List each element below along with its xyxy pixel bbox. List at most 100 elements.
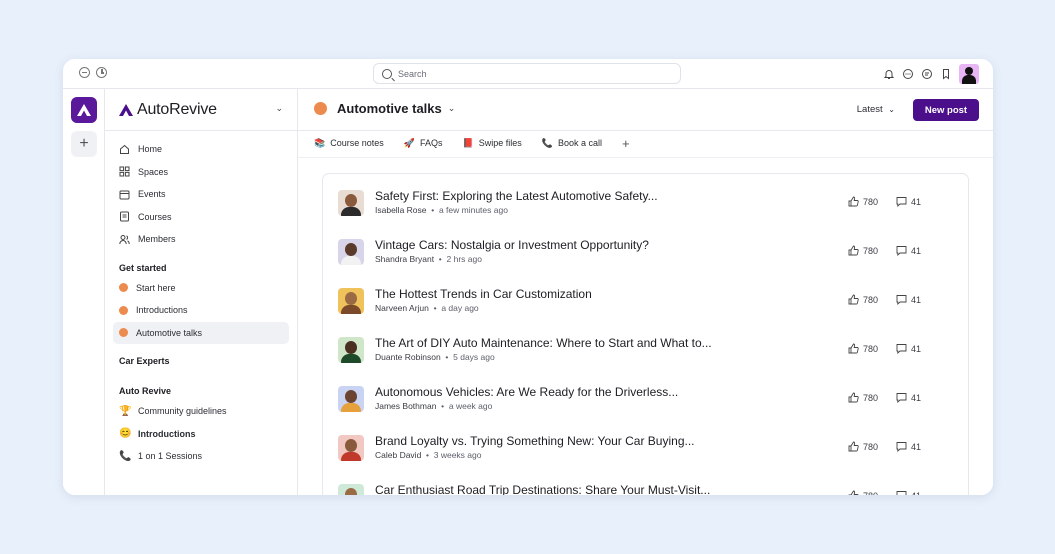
add-community-button[interactable]: + <box>71 131 97 157</box>
user-avatar[interactable] <box>959 64 979 84</box>
search-bar[interactable] <box>373 63 681 84</box>
post-row[interactable]: The Art of DIY Auto Maintenance: Where t… <box>338 333 948 373</box>
like-button[interactable]: 780 <box>848 343 890 354</box>
avatar-face <box>345 390 357 403</box>
new-post-button[interactable]: New post <box>913 99 979 121</box>
divider <box>298 157 993 158</box>
avatar[interactable] <box>338 288 364 314</box>
search-icon <box>382 68 392 79</box>
sidebar-item-automotive-talks[interactable]: Automotive talks <box>113 321 289 344</box>
tab-faqs[interactable]: 🚀 FAQs <box>404 138 443 149</box>
comment-button[interactable]: 41 <box>896 343 938 354</box>
post-author[interactable]: Shandra Bryant <box>375 254 434 264</box>
post-row[interactable]: The Hottest Trends in Car Customization N… <box>338 284 948 324</box>
sidebar-item-home[interactable]: Home <box>113 138 289 161</box>
bookmark-icon[interactable] <box>940 68 952 80</box>
messages-icon[interactable] <box>921 68 933 80</box>
comment-button[interactable]: 41 <box>896 245 938 256</box>
like-button[interactable]: 780 <box>848 294 890 305</box>
section-heading-car-experts[interactable]: Car Experts <box>113 356 289 366</box>
meta-separator: • <box>440 352 454 362</box>
tab-label: FAQs <box>419 138 443 148</box>
post-title[interactable]: Safety First: Exploring the Latest Autom… <box>375 189 658 203</box>
tab-label: Course notes <box>330 138 384 148</box>
post-row[interactable]: Vintage Cars: Nostalgia or Investment Op… <box>338 235 948 275</box>
divider <box>105 130 298 131</box>
post-meta: Narveen Arjun • a day ago <box>375 303 479 313</box>
brand[interactable]: AutoRevive <box>119 101 217 119</box>
bell-icon[interactable] <box>883 68 895 80</box>
chevron-down-icon[interactable]: ⌄ <box>275 103 283 114</box>
post-title[interactable]: Brand Loyalty vs. Trying Something New: … <box>375 434 695 448</box>
sidebar-item-label: Automotive talks <box>136 327 203 338</box>
post-title[interactable]: The Hottest Trends in Car Customization <box>375 287 592 301</box>
sidebar-item-community-guidelines[interactable]: 🏆 Community guidelines <box>113 400 289 423</box>
avatar[interactable] <box>338 190 364 216</box>
post-author[interactable]: Narveen Arjun <box>375 303 429 313</box>
sidebar-item-start-here[interactable]: Start here <box>113 277 289 300</box>
like-button[interactable]: 780 <box>848 392 890 403</box>
sidebar-item-members[interactable]: Members <box>113 228 289 251</box>
avatar[interactable] <box>338 435 364 461</box>
post-feed: Safety First: Exploring the Latest Autom… <box>322 173 969 495</box>
post-row[interactable]: Autonomous Vehicles: Are We Ready for th… <box>338 382 948 422</box>
space-dot-icon <box>314 102 327 115</box>
tab-swipe-files[interactable]: 📕 Swipe files <box>462 138 521 149</box>
post-row[interactable]: Brand Loyalty vs. Trying Something New: … <box>338 431 948 471</box>
post-stats: 780 41 <box>848 196 938 207</box>
post-title[interactable]: Vintage Cars: Nostalgia or Investment Op… <box>375 238 649 252</box>
avatar[interactable] <box>338 337 364 363</box>
post-stats: 780 41 <box>848 245 938 256</box>
sidebar-item-spaces[interactable]: Spaces <box>113 161 289 184</box>
post-author[interactable]: James Bothman <box>375 401 436 411</box>
sidebar-item-label: Start here <box>136 282 176 293</box>
sidebar-item-label: Home <box>138 144 163 155</box>
sidebar-item-introductions-2[interactable]: 😊 Introductions <box>113 423 289 446</box>
community-rail: + <box>63 89 105 495</box>
post-author[interactable]: Caleb David <box>375 450 421 460</box>
post-author[interactable]: Isabella Rose <box>375 205 427 215</box>
clock-icon[interactable] <box>96 67 107 78</box>
like-button[interactable]: 780 <box>848 245 890 256</box>
like-button[interactable]: 780 <box>848 196 890 207</box>
post-stats: 780 41 <box>848 294 938 305</box>
sidebar-item-courses[interactable]: Courses <box>113 206 289 229</box>
comment-button[interactable]: 41 <box>896 441 938 452</box>
tab-course-notes[interactable]: 📚 Course notes <box>314 138 384 149</box>
like-count: 780 <box>863 294 879 305</box>
sidebar-item-sessions[interactable]: 📞 1 on 1 Sessions <box>113 445 289 468</box>
sidebar-item-label: Members <box>138 234 176 245</box>
back-icon[interactable] <box>79 67 90 78</box>
comment-count: 41 <box>911 196 922 207</box>
post-meta: Shandra Bryant • 2 hrs ago <box>375 254 482 264</box>
post-title[interactable]: Car Enthusiast Road Trip Destinations: S… <box>375 483 710 495</box>
sort-dropdown[interactable]: Latest ⌄ <box>857 104 895 115</box>
avatar[interactable] <box>338 484 364 495</box>
sidebar-item-events[interactable]: Events <box>113 183 289 206</box>
comment-button[interactable]: 41 <box>896 392 938 403</box>
sidebar-item-introductions[interactable]: Introductions <box>113 299 289 322</box>
like-button[interactable]: 780 <box>848 441 890 452</box>
search-input[interactable] <box>398 68 658 79</box>
post-row[interactable]: Car Enthusiast Road Trip Destinations: S… <box>338 480 948 495</box>
post-title[interactable]: The Art of DIY Auto Maintenance: Where t… <box>375 336 712 350</box>
add-tab-button[interactable]: + <box>622 136 630 151</box>
community-logo-tile[interactable] <box>71 97 97 123</box>
post-meta: Isabella Rose • a few minutes ago <box>375 205 508 215</box>
post-row[interactable]: Safety First: Exploring the Latest Autom… <box>338 186 948 226</box>
tab-book-a-call[interactable]: 📞 Book a call <box>542 138 602 149</box>
post-title[interactable]: Autonomous Vehicles: Are We Ready for th… <box>375 385 678 399</box>
meta-separator: • <box>434 254 447 264</box>
chat-icon[interactable] <box>902 68 914 80</box>
avatar[interactable] <box>338 386 364 412</box>
space-header[interactable]: Automotive talks ⌄ <box>314 101 455 116</box>
comment-button[interactable]: 41 <box>896 490 938 495</box>
comment-button[interactable]: 41 <box>896 294 938 305</box>
avatar[interactable] <box>338 239 364 265</box>
thumbs-up-icon <box>848 196 859 207</box>
post-author[interactable]: Duante Robinson <box>375 352 441 362</box>
chevron-down-icon: ⌄ <box>888 105 895 114</box>
like-button[interactable]: 780 <box>848 490 890 495</box>
divider <box>298 130 993 131</box>
comment-button[interactable]: 41 <box>896 196 938 207</box>
